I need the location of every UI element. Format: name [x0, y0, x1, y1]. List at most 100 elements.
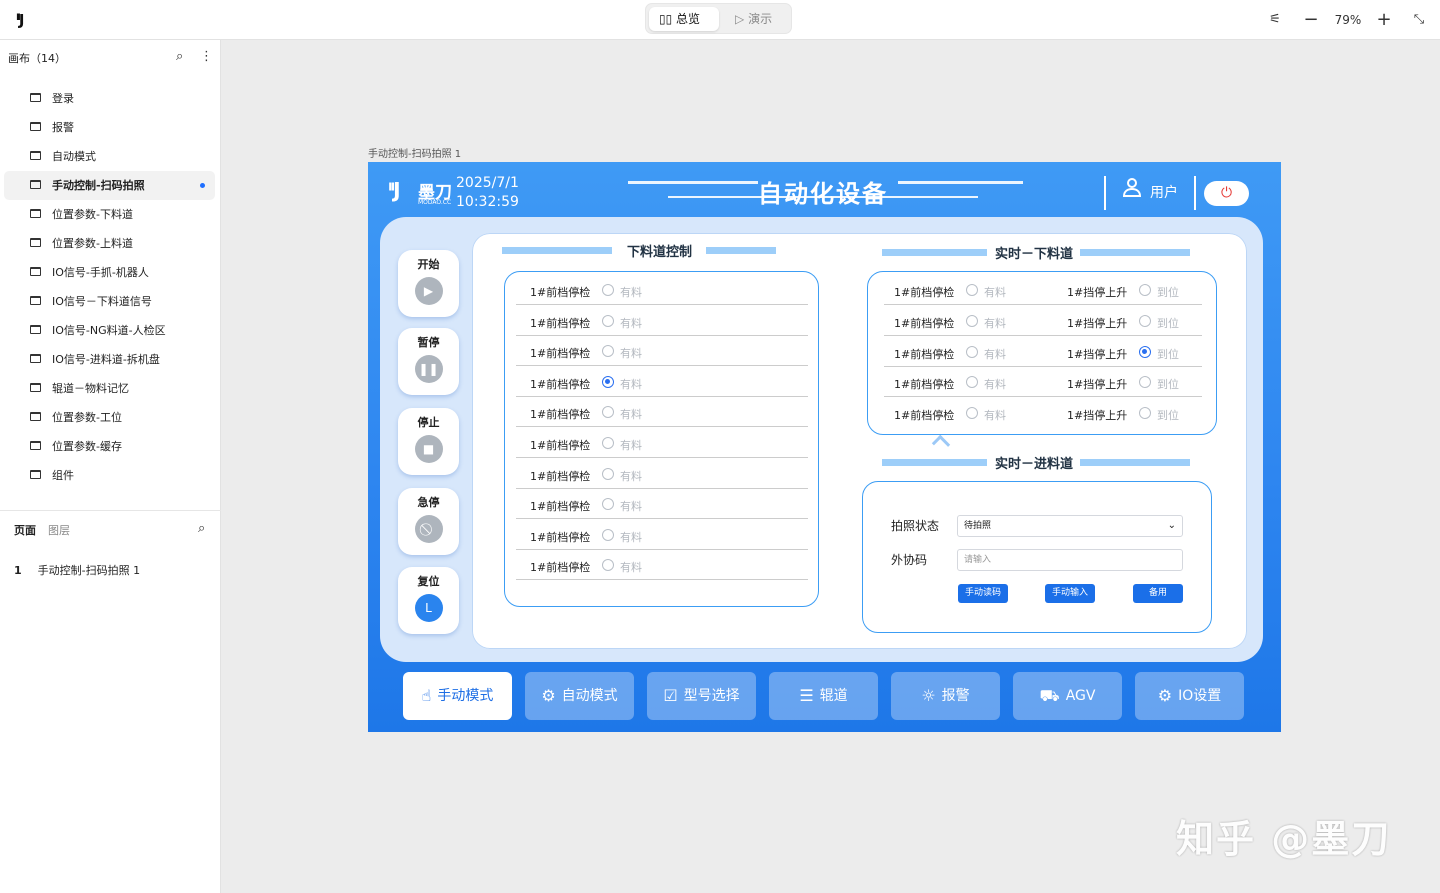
- app-logo-icon[interactable]: ᑊᑊJ: [16, 11, 25, 29]
- page-item-label: 位置参数-上料道: [52, 237, 133, 250]
- page-item-active[interactable]: 手动控制-扫码拍照: [4, 171, 215, 200]
- tab-present[interactable]: ▷ 演示: [725, 7, 789, 31]
- search-icon[interactable]: ⌕: [176, 49, 183, 64]
- stop-button[interactable]: 停止 ■: [398, 408, 459, 475]
- page-item-label: 登录: [52, 92, 74, 105]
- page-item[interactable]: 位置参数-下料道: [4, 200, 215, 229]
- page-item[interactable]: IO信号－下料道信号: [4, 287, 215, 316]
- photo-status-select[interactable]: 待拍照 ⌄: [957, 515, 1183, 537]
- start-button[interactable]: 开始 ▶: [398, 250, 459, 317]
- status-radio[interactable]: [602, 314, 614, 327]
- feed-control-row: 1#前档停检 有料: [516, 306, 808, 336]
- date-text: 2025/7/1: [456, 175, 519, 191]
- zoom-out-button[interactable]: −: [1300, 7, 1322, 33]
- page-frame-icon: [30, 93, 41, 102]
- page-frame-icon: [30, 209, 41, 218]
- collapse-icon[interactable]: ⤡: [1408, 7, 1430, 33]
- feed-control-row: 1#前档停检 有料: [516, 275, 808, 305]
- page-item[interactable]: 组件: [4, 461, 215, 490]
- nav-label: 辊道: [819, 688, 848, 704]
- status-radio[interactable]: [602, 437, 614, 449]
- position-radio[interactable]: [1139, 407, 1151, 420]
- page-item[interactable]: 报警: [4, 113, 215, 142]
- page-item[interactable]: IO信号-NG料道-人检区: [4, 316, 215, 345]
- page-item-label: 报警: [52, 121, 74, 134]
- nav-roller[interactable]: ☰ 辊道: [769, 672, 878, 720]
- tab-overview[interactable]: ▯▯ 总览: [649, 7, 719, 31]
- status-radio[interactable]: [602, 406, 614, 419]
- radio-label: 有料: [620, 561, 642, 575]
- position-radio[interactable]: [1139, 345, 1151, 358]
- status-radio[interactable]: [966, 284, 978, 296]
- page-item-label: IO信号－下料道信号: [52, 295, 152, 308]
- manual-read-button[interactable]: 手动读码: [958, 584, 1008, 603]
- tab-layers[interactable]: 图层: [48, 524, 70, 537]
- nav-io-settings[interactable]: ⚙ IO设置: [1135, 672, 1244, 720]
- row-label: 1#前档停检: [894, 378, 955, 392]
- page-frame-icon: [30, 470, 41, 479]
- page-item[interactable]: 位置参数-工位: [4, 403, 215, 432]
- row-label: 1#前档停检: [530, 347, 591, 361]
- spare-button[interactable]: 备用: [1133, 584, 1183, 603]
- status-radio[interactable]: [602, 375, 614, 388]
- nav-manual-mode[interactable]: ☝ 手动模式: [403, 672, 512, 720]
- manual-input-button[interactable]: 手动输入: [1045, 584, 1095, 603]
- layer-search-icon[interactable]: ⌕: [198, 521, 205, 536]
- page-frame-icon: [30, 412, 41, 421]
- status-radio[interactable]: [966, 345, 978, 358]
- nav-alarm[interactable]: ☼ 报警: [891, 672, 1000, 720]
- tab-pages[interactable]: 页面: [14, 524, 36, 537]
- status-radio[interactable]: [602, 498, 614, 511]
- page-frame-icon: [30, 441, 41, 450]
- status-radio[interactable]: [602, 559, 614, 572]
- nav-agv[interactable]: ⛟ AGV: [1013, 672, 1122, 720]
- emergency-stop-button[interactable]: 急停⃠: [398, 488, 459, 555]
- nav-label: IO设置: [1178, 688, 1222, 704]
- content-area: 下料道控制 1#前档停检 有料 1#前档停检 有料 1#前档停检 有料 1#前档停检 有料 1#…: [472, 233, 1247, 649]
- logout-button[interactable]: ⏻: [1204, 181, 1249, 206]
- status-radio[interactable]: [966, 407, 978, 420]
- tab-overview-label: 总览: [676, 12, 701, 26]
- page-item[interactable]: 自动模式: [4, 142, 215, 171]
- status-radio[interactable]: [602, 467, 614, 480]
- prohibit-icon: ⃠: [414, 515, 443, 543]
- page-item[interactable]: 位置参数-缓存: [4, 432, 215, 461]
- page-item[interactable]: IO信号-进料道-拆机盘: [4, 345, 215, 374]
- status-radio[interactable]: [966, 314, 978, 327]
- radio-label: 有料: [984, 316, 1006, 330]
- nav-model-select[interactable]: ☑ 型号选择: [647, 672, 756, 720]
- time-text: 10:32:59: [456, 194, 519, 210]
- radio-label: 到位: [1157, 378, 1179, 392]
- position-radio[interactable]: [1139, 314, 1151, 327]
- user-menu[interactable]: 用户: [1104, 176, 1196, 210]
- more-icon[interactable]: ⋮: [200, 49, 213, 64]
- position-radio[interactable]: [1139, 284, 1151, 296]
- brand-sub: MODAO.CC: [418, 199, 452, 206]
- status-radio[interactable]: [602, 345, 614, 358]
- page-item[interactable]: 登录: [4, 84, 215, 113]
- status-radio[interactable]: [966, 376, 978, 389]
- view-mode-switch: ▯▯ 总览 ▷ 演示: [645, 3, 792, 34]
- page-item[interactable]: IO信号-手抓-机器人: [4, 258, 215, 287]
- user-label: 用户: [1150, 185, 1178, 201]
- zoom-in-button[interactable]: +: [1373, 7, 1395, 33]
- nav-auto-mode[interactable]: ⚙ 自动模式: [525, 672, 634, 720]
- page-item[interactable]: 位置参数-上料道: [4, 229, 215, 258]
- status-radio[interactable]: [602, 284, 614, 296]
- page-item[interactable]: 辊道－物料记忆: [4, 374, 215, 403]
- settings-sliders-icon[interactable]: ⚟: [1264, 7, 1286, 33]
- outsourcing-code-input[interactable]: 请输入: [957, 549, 1183, 571]
- pause-button[interactable]: 暂停 ❚❚: [398, 328, 459, 395]
- nav-label: AGV: [1065, 688, 1096, 704]
- radio-label: 有料: [620, 500, 642, 514]
- page-frame-icon: [30, 325, 41, 334]
- title-deco: [706, 247, 776, 254]
- position-radio[interactable]: [1139, 376, 1151, 389]
- frame-label: 手动控制-扫码拍照 1: [368, 149, 462, 160]
- reset-button[interactable]: 复位 L: [398, 567, 459, 634]
- status-radio[interactable]: [602, 528, 614, 541]
- photo-status-value: 待拍照: [964, 521, 992, 531]
- page-item-label: 辊道－物料记忆: [52, 382, 129, 395]
- layer-item[interactable]: 1 手动控制-扫码拍照 1: [14, 562, 140, 578]
- row-label: 1#前档停检: [530, 316, 591, 330]
